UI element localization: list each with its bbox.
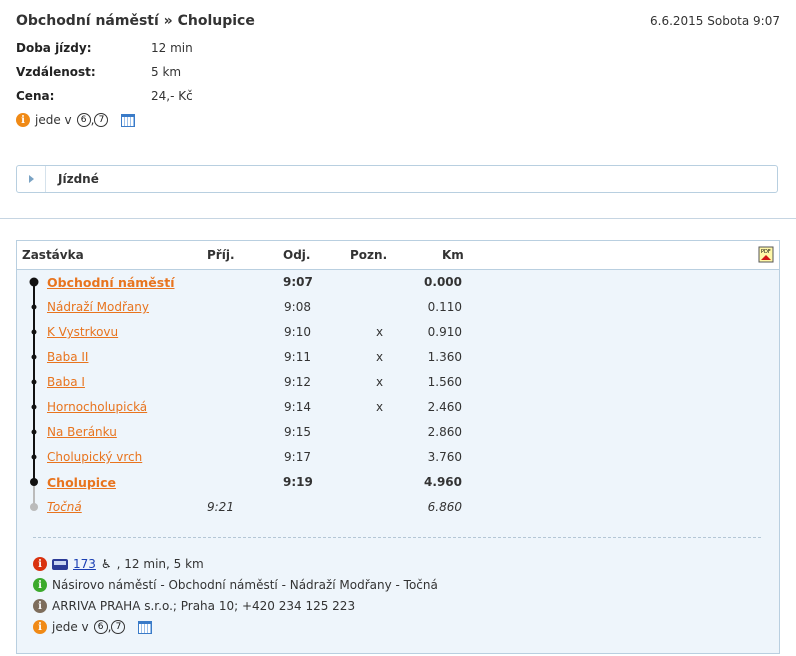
request-stop-mark: x [376,350,384,364]
info-label-distance: Vzdálenost: [16,65,96,79]
header-departure: Odj. [283,248,311,262]
departure-time: 9:07 [283,275,313,289]
calendar-icon[interactable] [138,620,153,634]
distance-km: 0.000 [424,275,462,289]
operating-days-text: jede v [35,113,72,127]
route-info: i Násirovo náměstí - Obchodní náměstí - … [33,578,438,592]
wheelchair-icon: ♿ [100,557,112,571]
distance-km: 1.360 [427,350,462,364]
distance-km: 2.860 [427,425,462,439]
page-title: Obchodní náměstí » Cholupice [16,13,255,29]
table-row: Cholupice 9:19 4.960 [17,475,779,500]
departure-time: 9:08 [284,300,311,314]
stop-link[interactable]: Cholupice [47,475,116,490]
distance-km: 0.110 [427,300,462,314]
carrier-info: i ARRIVA PRAHA s.r.o.; Praha 10; +420 23… [33,599,355,613]
info-value-price: 24,- Kč [151,89,193,103]
info-icon[interactable]: i [33,578,47,592]
expand-arrow-icon[interactable] [17,166,46,192]
table-row: Obchodní náměstí 9:07 0.000 [17,275,779,300]
table-row: Hornocholupická 9:14 x 2.460 [17,400,779,425]
departure-time: 9:15 [284,425,311,439]
stop-link[interactable]: Baba II [47,350,88,364]
stop-link[interactable]: Obchodní náměstí [47,275,175,290]
info-icon[interactable]: i [33,620,47,634]
stop-link[interactable]: Cholupický vrch [47,450,142,464]
distance-km: 3.760 [427,450,462,464]
calendar-icon[interactable] [121,113,136,127]
day-circle: 7 [94,113,109,127]
request-stop-mark: x [376,325,384,339]
line-number-link[interactable]: 173 [73,557,96,571]
divider [0,218,796,219]
distance-km: 2.460 [427,400,462,414]
table-header: Zastávka Příj. Odj. Pozn. Km PDF [17,241,779,270]
stop-link[interactable]: Hornocholupická [47,400,147,414]
header-arrival: Příj. [207,248,235,262]
request-stop-mark: x [376,400,384,414]
table-row: Točná 9:21 6.860 [17,500,779,525]
date-time: 6.6.2015 Sobota 9:07 [650,14,780,28]
stop-link[interactable]: Točná [47,500,82,514]
header-note: Pozn. [350,248,388,262]
footer-operating-days: i jede v 6,7 [33,620,153,634]
table-row: Cholupický vrch 9:17 3.760 [17,450,779,475]
stop-link[interactable]: K Vystrkovu [47,325,118,339]
distance-km: 6.860 [427,500,462,514]
route-text: Násirovo náměstí - Obchodní náměstí - Ná… [52,578,438,592]
operating-days-text: jede v [52,620,89,634]
table-row: Baba II 9:11 x 1.360 [17,350,779,375]
table-row: Na Beránku 9:15 2.860 [17,425,779,450]
distance-km: 0.910 [427,325,462,339]
fares-section-toggle[interactable]: Jízdné [16,165,778,193]
header-km: Km [442,248,464,262]
table-row: Nádraží Modřany 9:08 0.110 [17,300,779,325]
departure-time: 9:14 [284,400,311,414]
info-value-duration: 12 min [151,41,193,55]
fares-section-label: Jízdné [58,172,99,186]
svg-text:PDF: PDF [761,249,771,255]
pdf-icon[interactable]: PDF [758,246,774,263]
departure-time: 9:12 [284,375,311,389]
departure-time: 9:11 [284,350,311,364]
day-circle: 6 [76,113,91,127]
departure-time: 9:10 [284,325,311,339]
info-label-price: Cena: [16,89,55,103]
info-label-duration: Doba jízdy: [16,41,92,55]
route-panel: Zastávka Příj. Odj. Pozn. Km PDF Obchodn… [16,240,780,654]
table-row: Baba I 9:12 x 1.560 [17,375,779,400]
day-circle: 7 [111,620,126,634]
distance-km: 1.560 [427,375,462,389]
stop-link[interactable]: Na Beránku [47,425,117,439]
departure-time: 9:19 [283,475,313,489]
info-icon[interactable]: i [33,557,47,571]
request-stop-mark: x [376,375,384,389]
stop-link[interactable]: Nádraží Modřany [47,300,149,314]
arrival-time: 9:21 [207,500,234,514]
header-stop: Zastávka [22,248,84,262]
operating-days-note: i jede v 6,7 [16,113,136,127]
distance-km: 4.960 [424,475,462,489]
table-row: K Vystrkovu 9:10 x 0.910 [17,325,779,350]
info-icon[interactable]: i [33,599,47,613]
line-duration-distance: , 12 min, 5 km [116,557,204,571]
day-circle: 6 [93,620,108,634]
line-info: i 173 ♿ , 12 min, 5 km [33,557,204,571]
info-icon: i [16,113,30,127]
dashed-divider [33,537,761,538]
bus-icon [52,558,68,570]
stop-link[interactable]: Baba I [47,375,85,389]
info-value-distance: 5 km [151,65,182,79]
carrier-text: ARRIVA PRAHA s.r.o.; Praha 10; +420 234 … [52,599,356,613]
departure-time: 9:17 [284,450,311,464]
